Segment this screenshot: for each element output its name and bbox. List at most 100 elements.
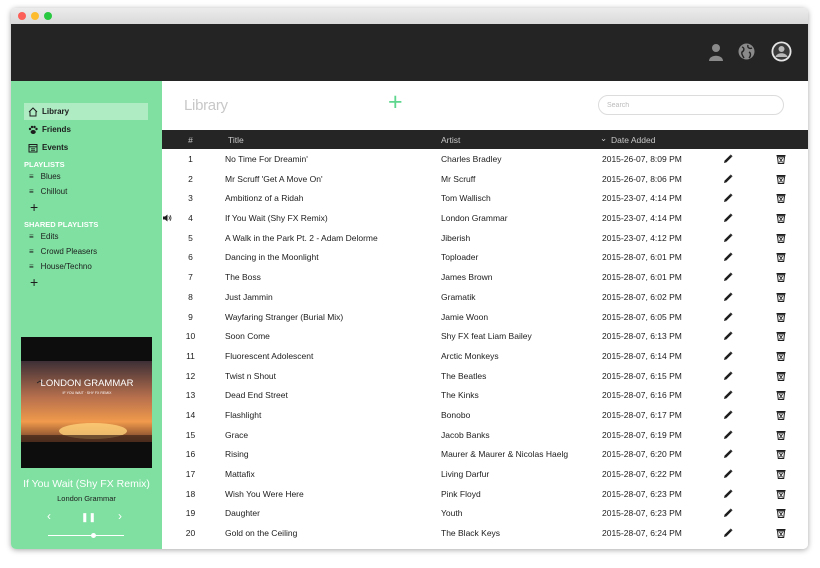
- edit-pencil-icon[interactable]: [723, 449, 733, 459]
- sidebar-item-events[interactable]: Events: [24, 139, 148, 156]
- trash-icon[interactable]: [776, 331, 786, 342]
- edit-pencil-icon[interactable]: [723, 213, 733, 223]
- track-number: 18: [185, 488, 196, 499]
- sidebar-item-friends[interactable]: Friends: [24, 121, 148, 138]
- avatar[interactable]: [771, 41, 792, 62]
- column-header-number[interactable]: #: [162, 135, 219, 145]
- cover-artist-text: LONDON GRAMMAR: [41, 378, 134, 389]
- table-row[interactable]: 11 Fluorescent Adolescent Arctic Monkeys 20…: [162, 346, 808, 366]
- track-date-added: 2015-28-07, 6:20 PM: [602, 449, 682, 460]
- trash-icon[interactable]: [776, 430, 786, 440]
- track-title: A Walk in the Park Pt. 2 - Adam Delorme: [225, 232, 378, 243]
- table-row[interactable]: 17 Mattafix Living Darfur 2015-28-07, 6:22 …: [162, 464, 808, 484]
- edit-pencil-icon[interactable]: [723, 193, 733, 203]
- table-row[interactable]: 14 Flashlight Bonobo 2015-28-07, 6:17 PM: [162, 405, 808, 425]
- edit-pencil-icon[interactable]: [723, 528, 733, 538]
- sidebar-item-library[interactable]: Library: [24, 103, 148, 120]
- playlist-item[interactable]: ≡ Chillout: [29, 185, 67, 198]
- edit-pencil-icon[interactable]: [723, 351, 733, 361]
- table-row[interactable]: 20 Gold on the Ceiling The Black Keys 2015-…: [162, 523, 808, 543]
- search-input[interactable]: [598, 95, 784, 115]
- table-row[interactable]: 15 Grace Jacob Banks 2015-28-07, 6:19 PM: [162, 425, 808, 445]
- trash-icon[interactable]: [776, 272, 786, 283]
- track-title: If You Wait (Shy FX Remix): [225, 213, 328, 224]
- edit-pencil-icon[interactable]: [723, 508, 733, 518]
- table-row[interactable]: 1 No Time For Dreamin' Charles Bradley 2015…: [162, 149, 808, 169]
- playback-progress-bar[interactable]: [48, 533, 124, 538]
- zoom-window-button[interactable]: [44, 12, 52, 20]
- edit-pencil-icon[interactable]: [723, 174, 733, 184]
- column-header-artist[interactable]: Artist: [441, 135, 460, 145]
- shared-playlist-item[interactable]: ≡ House/Techno: [29, 260, 92, 273]
- pause-button[interactable]: ❚❚: [81, 512, 96, 523]
- table-row[interactable]: 7 The Boss James Brown 2015-28-07, 6:01 PM: [162, 267, 808, 287]
- globe-icon[interactable]: [738, 43, 755, 60]
- add-shared-playlist-button[interactable]: +: [30, 275, 38, 289]
- add-playlist-button[interactable]: +: [30, 200, 38, 214]
- edit-pencil-icon[interactable]: [723, 252, 733, 262]
- trash-icon[interactable]: [776, 312, 786, 322]
- track-artist: Jacob Banks: [441, 429, 490, 440]
- edit-pencil-icon[interactable]: [723, 154, 733, 164]
- table-row[interactable]: 18 Wish You Were Here Pink Floyd 2015-28-07…: [162, 484, 808, 504]
- trash-icon[interactable]: [776, 508, 786, 519]
- table-row[interactable]: 3 Ambitionz of a Ridah Tom Wallisch 2015-23…: [162, 188, 808, 208]
- edit-pencil-icon[interactable]: [723, 390, 733, 400]
- edit-pencil-icon[interactable]: [723, 233, 733, 243]
- trash-icon[interactable]: [776, 174, 786, 184]
- previous-track-button[interactable]: ‹: [47, 509, 51, 523]
- edit-pencil-icon[interactable]: [723, 430, 733, 440]
- trash-icon[interactable]: [776, 410, 786, 420]
- table-row[interactable]: 12 Twist n Shout The Beatles 2015-28-07, 6:…: [162, 366, 808, 386]
- table-row[interactable]: 5 A Walk in the Park Pt. 2 - Adam Delorme…: [162, 228, 808, 248]
- close-window-button[interactable]: [18, 12, 26, 20]
- trash-icon[interactable]: [776, 449, 786, 460]
- edit-pencil-icon[interactable]: [723, 371, 733, 381]
- add-song-button[interactable]: +: [388, 90, 403, 115]
- track-date-added: 2015-23-07, 4:14 PM: [602, 213, 682, 224]
- trash-icon[interactable]: [776, 154, 786, 164]
- trash-icon[interactable]: [776, 292, 786, 302]
- trash-icon[interactable]: [776, 469, 786, 479]
- now-playing-title: If You Wait (Shy FX Remix): [23, 478, 150, 490]
- minimize-window-button[interactable]: [31, 12, 39, 20]
- edit-pencil-icon[interactable]: [723, 272, 733, 282]
- trash-icon[interactable]: [776, 390, 786, 401]
- table-row[interactable]: 4 If You Wait (Shy FX Remix) London Gramma…: [162, 208, 808, 228]
- trash-icon[interactable]: [776, 489, 786, 499]
- sidebar-item-label: Friends: [42, 125, 71, 134]
- edit-pencil-icon[interactable]: [723, 469, 733, 479]
- track-date-added: 2015-28-07, 6:01 PM: [602, 252, 682, 263]
- trash-icon[interactable]: [776, 233, 786, 243]
- edit-pencil-icon[interactable]: [723, 311, 733, 322]
- table-row[interactable]: 2 Mr Scruff 'Get A Move On' Mr Scruff 2015-…: [162, 169, 808, 189]
- trash-icon[interactable]: [776, 528, 786, 539]
- track-number: 10: [185, 331, 196, 342]
- playback-progress-knob[interactable]: [91, 533, 97, 538]
- table-row[interactable]: 9 Wayfaring Stranger (Burial Mix) Jamie Wo…: [162, 307, 808, 327]
- edit-pencil-icon[interactable]: [723, 292, 733, 302]
- trash-icon[interactable]: [776, 252, 786, 263]
- shared-playlist-item[interactable]: ≡ Edits: [29, 230, 58, 243]
- user-icon[interactable]: [709, 43, 723, 61]
- trash-icon[interactable]: [776, 371, 786, 381]
- track-artist: Jiberish: [441, 232, 471, 243]
- shared-playlist-item[interactable]: ≡ Crowd Pleasers: [29, 245, 97, 258]
- table-row[interactable]: 8 Just Jammin Gramatik 2015-28-07, 6:02 PM: [162, 287, 808, 307]
- column-header-title[interactable]: Title: [228, 135, 244, 145]
- table-row[interactable]: 13 Dead End Street The Kinks 2015-28-07, 6:…: [162, 385, 808, 405]
- next-track-button[interactable]: ›: [118, 509, 122, 523]
- trash-icon[interactable]: [776, 351, 786, 361]
- table-row[interactable]: 16 Rising Maurer & Maurer & Nicolas Haelg 2…: [162, 444, 808, 464]
- table-row[interactable]: 19 Daughter Youth 2015-28-07, 6:23 PM: [162, 503, 808, 523]
- edit-pencil-icon[interactable]: [723, 410, 733, 420]
- edit-pencil-icon[interactable]: [723, 489, 733, 499]
- table-row[interactable]: 6 Dancing in the Moonlight Toploader 2015-2…: [162, 247, 808, 267]
- column-header-date-added[interactable]: Date Added: [611, 135, 655, 145]
- playlist-item[interactable]: ≡ Blues: [29, 170, 61, 183]
- sort-chevron-icon[interactable]: ⌄: [600, 133, 607, 144]
- trash-icon[interactable]: [776, 213, 786, 224]
- edit-pencil-icon[interactable]: [723, 331, 733, 341]
- trash-icon[interactable]: [776, 193, 786, 204]
- table-row[interactable]: 10 Soon Come Shy FX feat Liam Bailey 2015-2…: [162, 326, 808, 346]
